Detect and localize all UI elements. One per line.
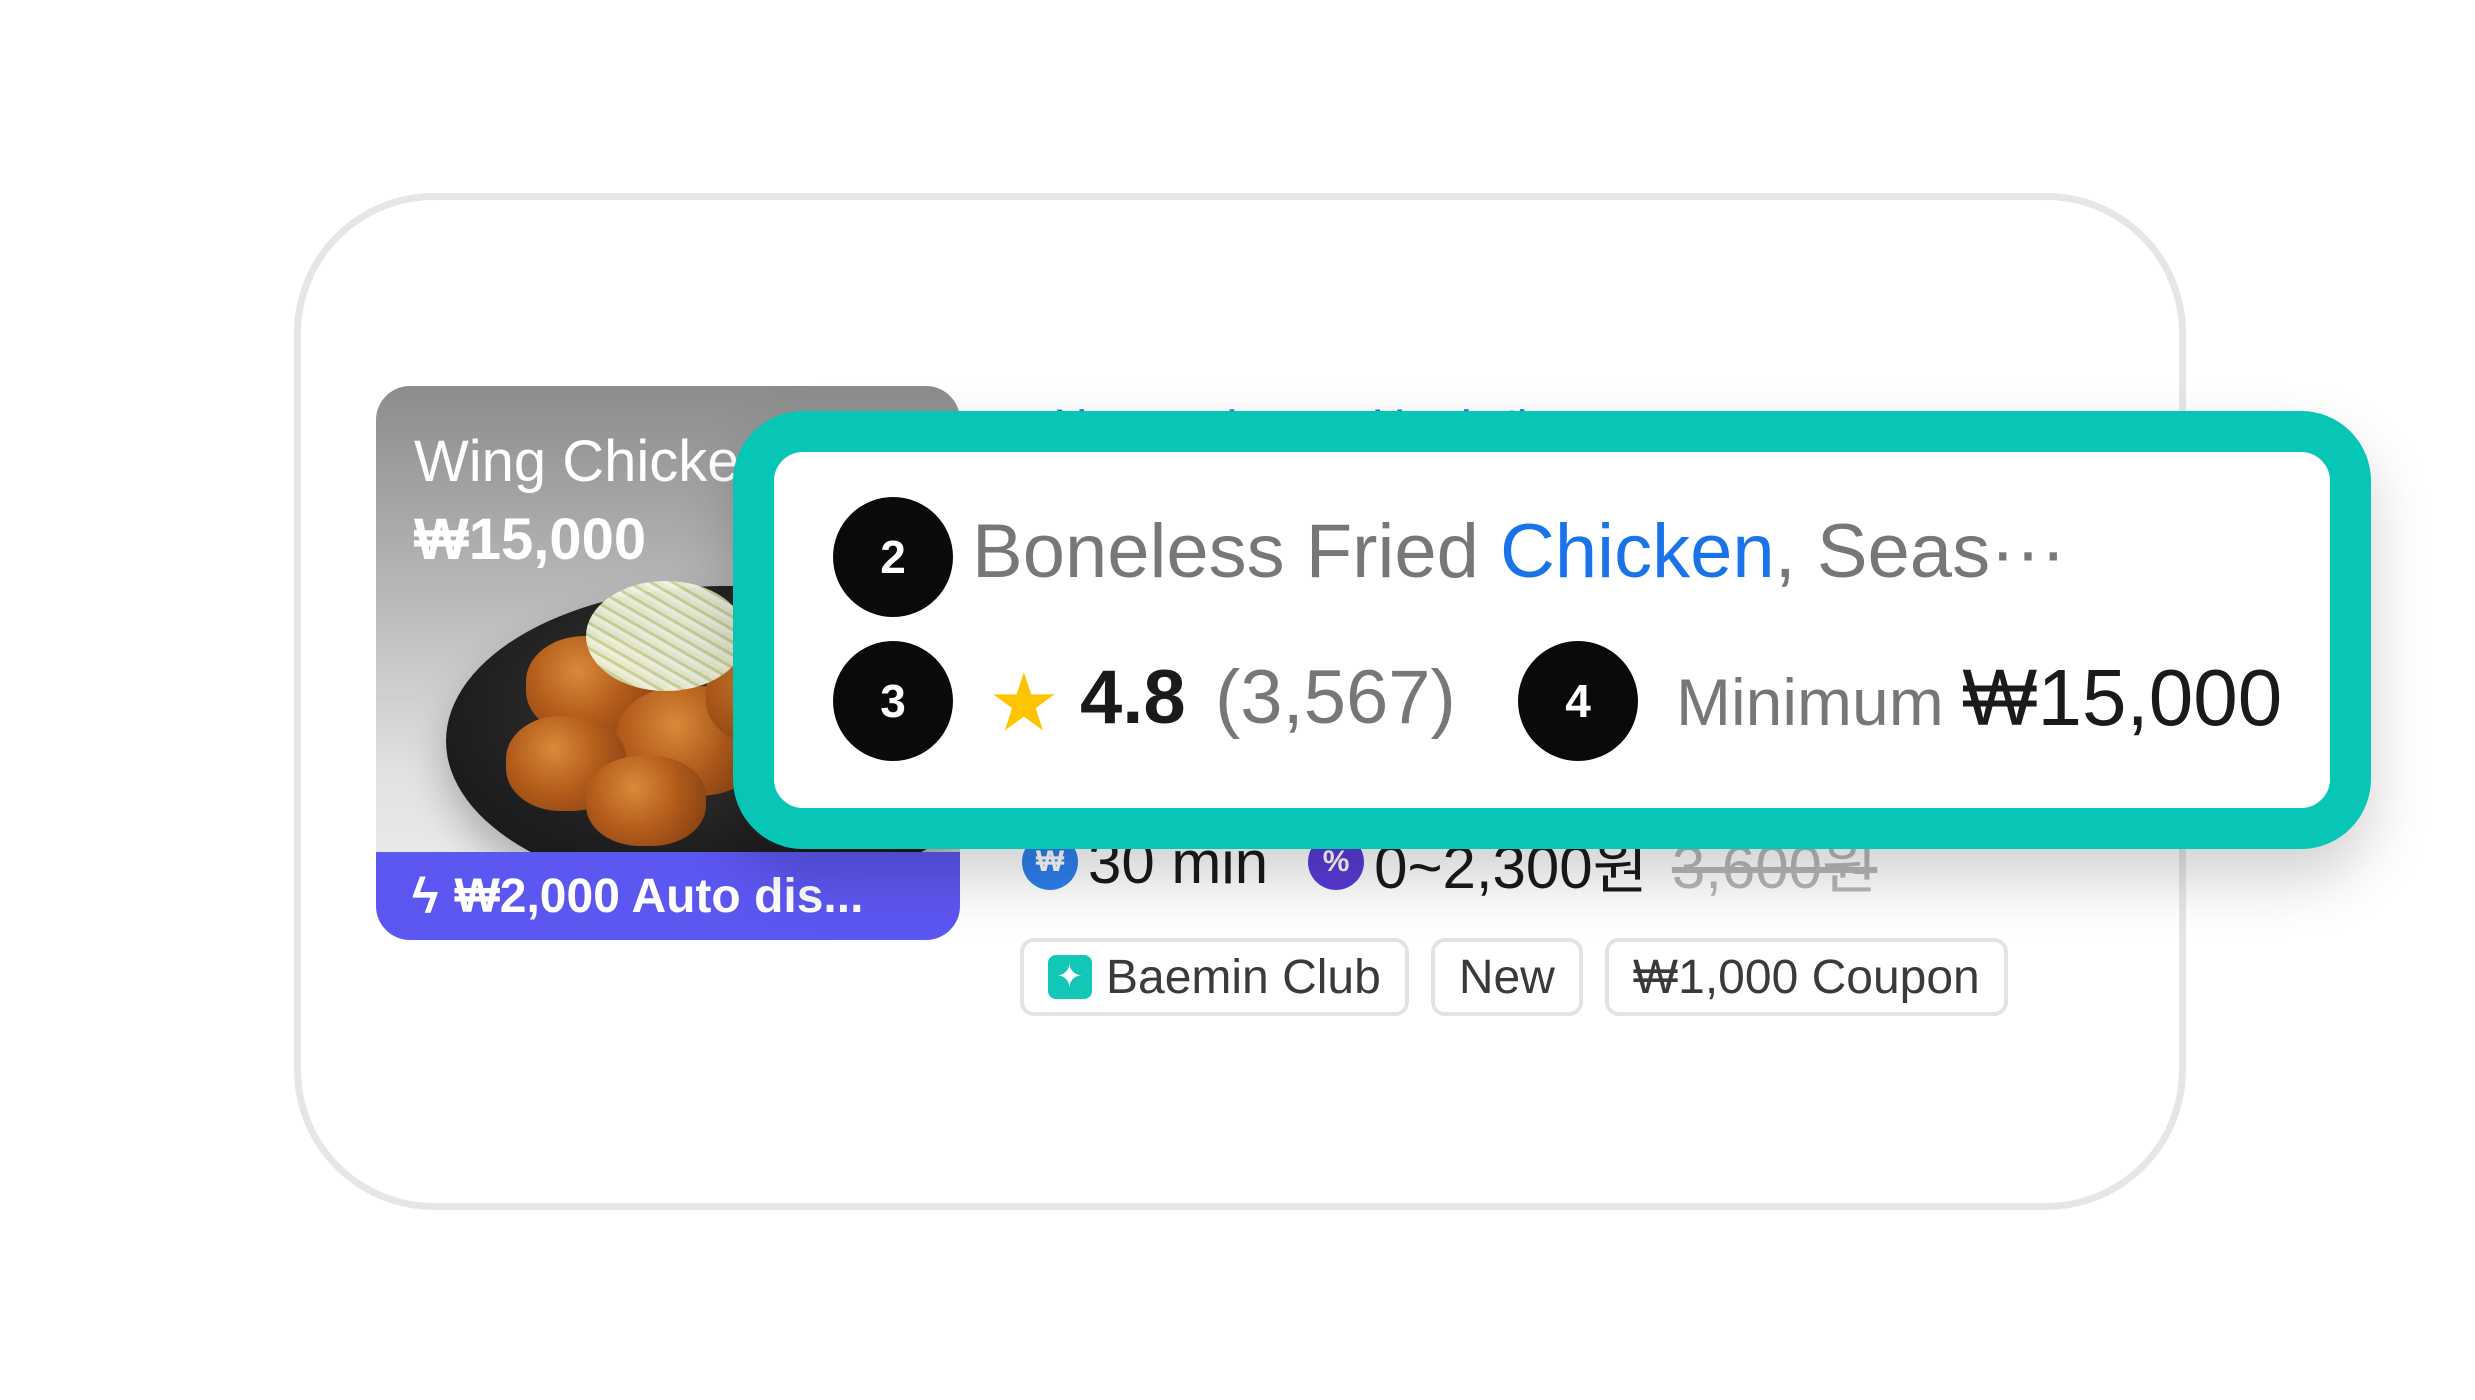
annotation-badge-3: 3 — [833, 641, 953, 761]
minimum-order-value: ₩15,000 — [1962, 653, 2283, 742]
lightning-bolt-icon: ϟ — [412, 868, 439, 924]
scallion-garnish — [586, 581, 746, 691]
menu-text-after: , Seas··· — [1774, 509, 2066, 594]
menu-text-before: Boneless Fried — [972, 509, 1501, 594]
review-count: (3,567) — [1215, 655, 1456, 740]
star-icon: ★ — [988, 658, 1060, 747]
tag-coupon: ₩1,000 Coupon — [1604, 938, 2008, 1016]
auto-discount-label: ₩2,000 Auto dis... — [454, 869, 864, 923]
tag-label: Baemin Club — [1106, 950, 1381, 1004]
baemin-club-icon — [1048, 955, 1092, 999]
tag-new: New — [1430, 938, 1583, 1016]
tag-label: New — [1458, 950, 1555, 1004]
thumbnail-title: Wing Chicken — [414, 429, 772, 494]
rating-value: 4.8 — [1080, 655, 1186, 740]
menu-keyword-highlight: Chicken — [1500, 509, 1775, 594]
minimum-order-label: Minimum — [1676, 665, 1944, 739]
tag-baemin-club: Baemin Club — [1020, 938, 1409, 1016]
auto-discount-banner: ϟ ₩2,000 Auto dis... — [376, 852, 960, 940]
highlight-callout — [733, 411, 2371, 849]
food-piece — [586, 756, 706, 846]
annotation-badge-4: 4 — [1518, 641, 1638, 761]
store-tags: Baemin Club New ₩1,000 Coupon — [1020, 938, 2008, 1016]
annotation-badge-2: 2 — [833, 497, 953, 617]
menu-summary: Boneless Fried Chicken, Seas··· — [972, 508, 2066, 595]
tag-label: ₩1,000 Coupon — [1632, 950, 1980, 1004]
thumbnail-price: ₩15,000 — [414, 507, 647, 572]
